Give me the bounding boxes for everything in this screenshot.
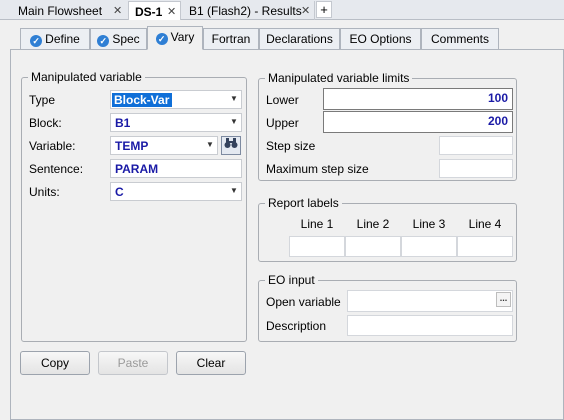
type-select[interactable]: Block-Var ▼ xyxy=(110,90,242,109)
units-value: C xyxy=(115,185,124,199)
units-select[interactable]: C ▼ xyxy=(110,182,242,201)
step-size-input[interactable] xyxy=(439,136,513,155)
upper-input[interactable]: 200 xyxy=(323,111,513,133)
check-circle-icon: ✓ xyxy=(155,33,168,45)
tab-label: Fortran xyxy=(211,32,251,46)
line-2-input[interactable] xyxy=(345,236,401,257)
group-title: Manipulated variable xyxy=(28,70,145,84)
group-title: Manipulated variable limits xyxy=(265,71,413,85)
line-1-input[interactable] xyxy=(289,236,345,257)
line-4-input[interactable] xyxy=(457,236,513,257)
check-circle-icon: ✓ xyxy=(97,35,110,47)
binoculars-icon[interactable] xyxy=(221,136,241,155)
upper-label: Upper xyxy=(266,116,299,130)
open-variable-input[interactable]: ... xyxy=(347,290,513,312)
block-select[interactable]: B1 ▼ xyxy=(110,113,242,132)
tab-label: Spec xyxy=(112,32,140,46)
clear-button[interactable]: Clear xyxy=(176,351,246,375)
tab-label: Declarations xyxy=(266,32,333,46)
line-2-label: Line 2 xyxy=(356,217,390,231)
description-input[interactable] xyxy=(347,315,513,336)
line-3-label: Line 3 xyxy=(412,217,446,231)
paste-button[interactable]: Paste xyxy=(98,351,168,375)
units-label: Units: xyxy=(29,185,60,199)
variable-label: Variable: xyxy=(29,139,76,153)
line-3-input[interactable] xyxy=(401,236,457,257)
close-icon[interactable]: ✕ xyxy=(113,4,122,17)
browse-button[interactable]: ... xyxy=(496,292,511,307)
tab-vary[interactable]: ✓ Vary xyxy=(147,26,203,50)
tab-label: Vary xyxy=(170,30,195,44)
tab-declarations[interactable]: Declarations xyxy=(259,28,340,50)
check-circle-icon: ✓ xyxy=(30,35,43,47)
sentence-label: Sentence: xyxy=(29,162,84,176)
tab-eo-options[interactable]: EO Options xyxy=(340,28,421,50)
new-tab-button[interactable]: + xyxy=(316,1,332,18)
line-4-label: Line 4 xyxy=(468,217,502,231)
description-label: Description xyxy=(266,319,327,333)
max-step-size-input[interactable] xyxy=(439,159,513,178)
sentence-field[interactable]: PARAM xyxy=(110,159,242,178)
copy-button[interactable]: Copy xyxy=(20,351,90,375)
doc-tab-label: Main Flowsheet xyxy=(18,4,103,18)
variable-select[interactable]: TEMP ▼ xyxy=(110,136,218,155)
lower-label: Lower xyxy=(266,93,299,107)
group-title: EO input xyxy=(265,273,318,287)
doc-tab-b1-results[interactable]: B1 (Flash2) - Results ✕ xyxy=(183,1,315,20)
doc-tab-label: B1 (Flash2) - Results xyxy=(189,4,302,18)
type-label: Type xyxy=(29,93,56,107)
chevron-down-icon[interactable]: ▼ xyxy=(229,116,239,128)
tab-label: Comments xyxy=(430,32,489,46)
doc-tab-main-flowsheet[interactable]: Main Flowsheet ✕ xyxy=(12,1,129,20)
open-variable-label: Open variable xyxy=(266,295,341,309)
block-label: Block: xyxy=(29,116,62,130)
tab-comments[interactable]: Comments xyxy=(421,28,499,50)
doc-tab-label: DS-1 xyxy=(135,5,163,19)
lower-input[interactable]: 100 xyxy=(323,88,513,110)
chevron-down-icon[interactable]: ▼ xyxy=(229,185,239,197)
close-icon[interactable]: ✕ xyxy=(301,4,310,17)
tab-define[interactable]: ✓ Define xyxy=(20,28,90,50)
tab-label: EO Options xyxy=(349,32,412,46)
chevron-down-icon[interactable]: ▼ xyxy=(205,139,215,151)
block-value: B1 xyxy=(115,116,131,130)
tab-label: Define xyxy=(45,32,80,46)
doc-tab-ds-1[interactable]: DS-1 ✕ xyxy=(128,1,181,20)
type-value: Block-Var xyxy=(112,93,173,107)
document-tab-bar: Main Flowsheet ✕ DS-1 ✕ B1 (Flash2) - Re… xyxy=(0,0,564,20)
chevron-down-icon[interactable]: ▼ xyxy=(229,93,239,105)
tab-spec[interactable]: ✓ Spec xyxy=(90,28,147,50)
close-icon[interactable]: ✕ xyxy=(167,5,176,18)
tab-fortran[interactable]: Fortran xyxy=(203,28,259,50)
line-1-label: Line 1 xyxy=(300,217,334,231)
max-step-size-label: Maximum step size xyxy=(266,162,369,176)
sentence-value: PARAM xyxy=(115,162,159,176)
step-size-label: Step size xyxy=(266,139,316,153)
group-title: Report labels xyxy=(265,196,342,210)
variable-value: TEMP xyxy=(115,139,149,153)
